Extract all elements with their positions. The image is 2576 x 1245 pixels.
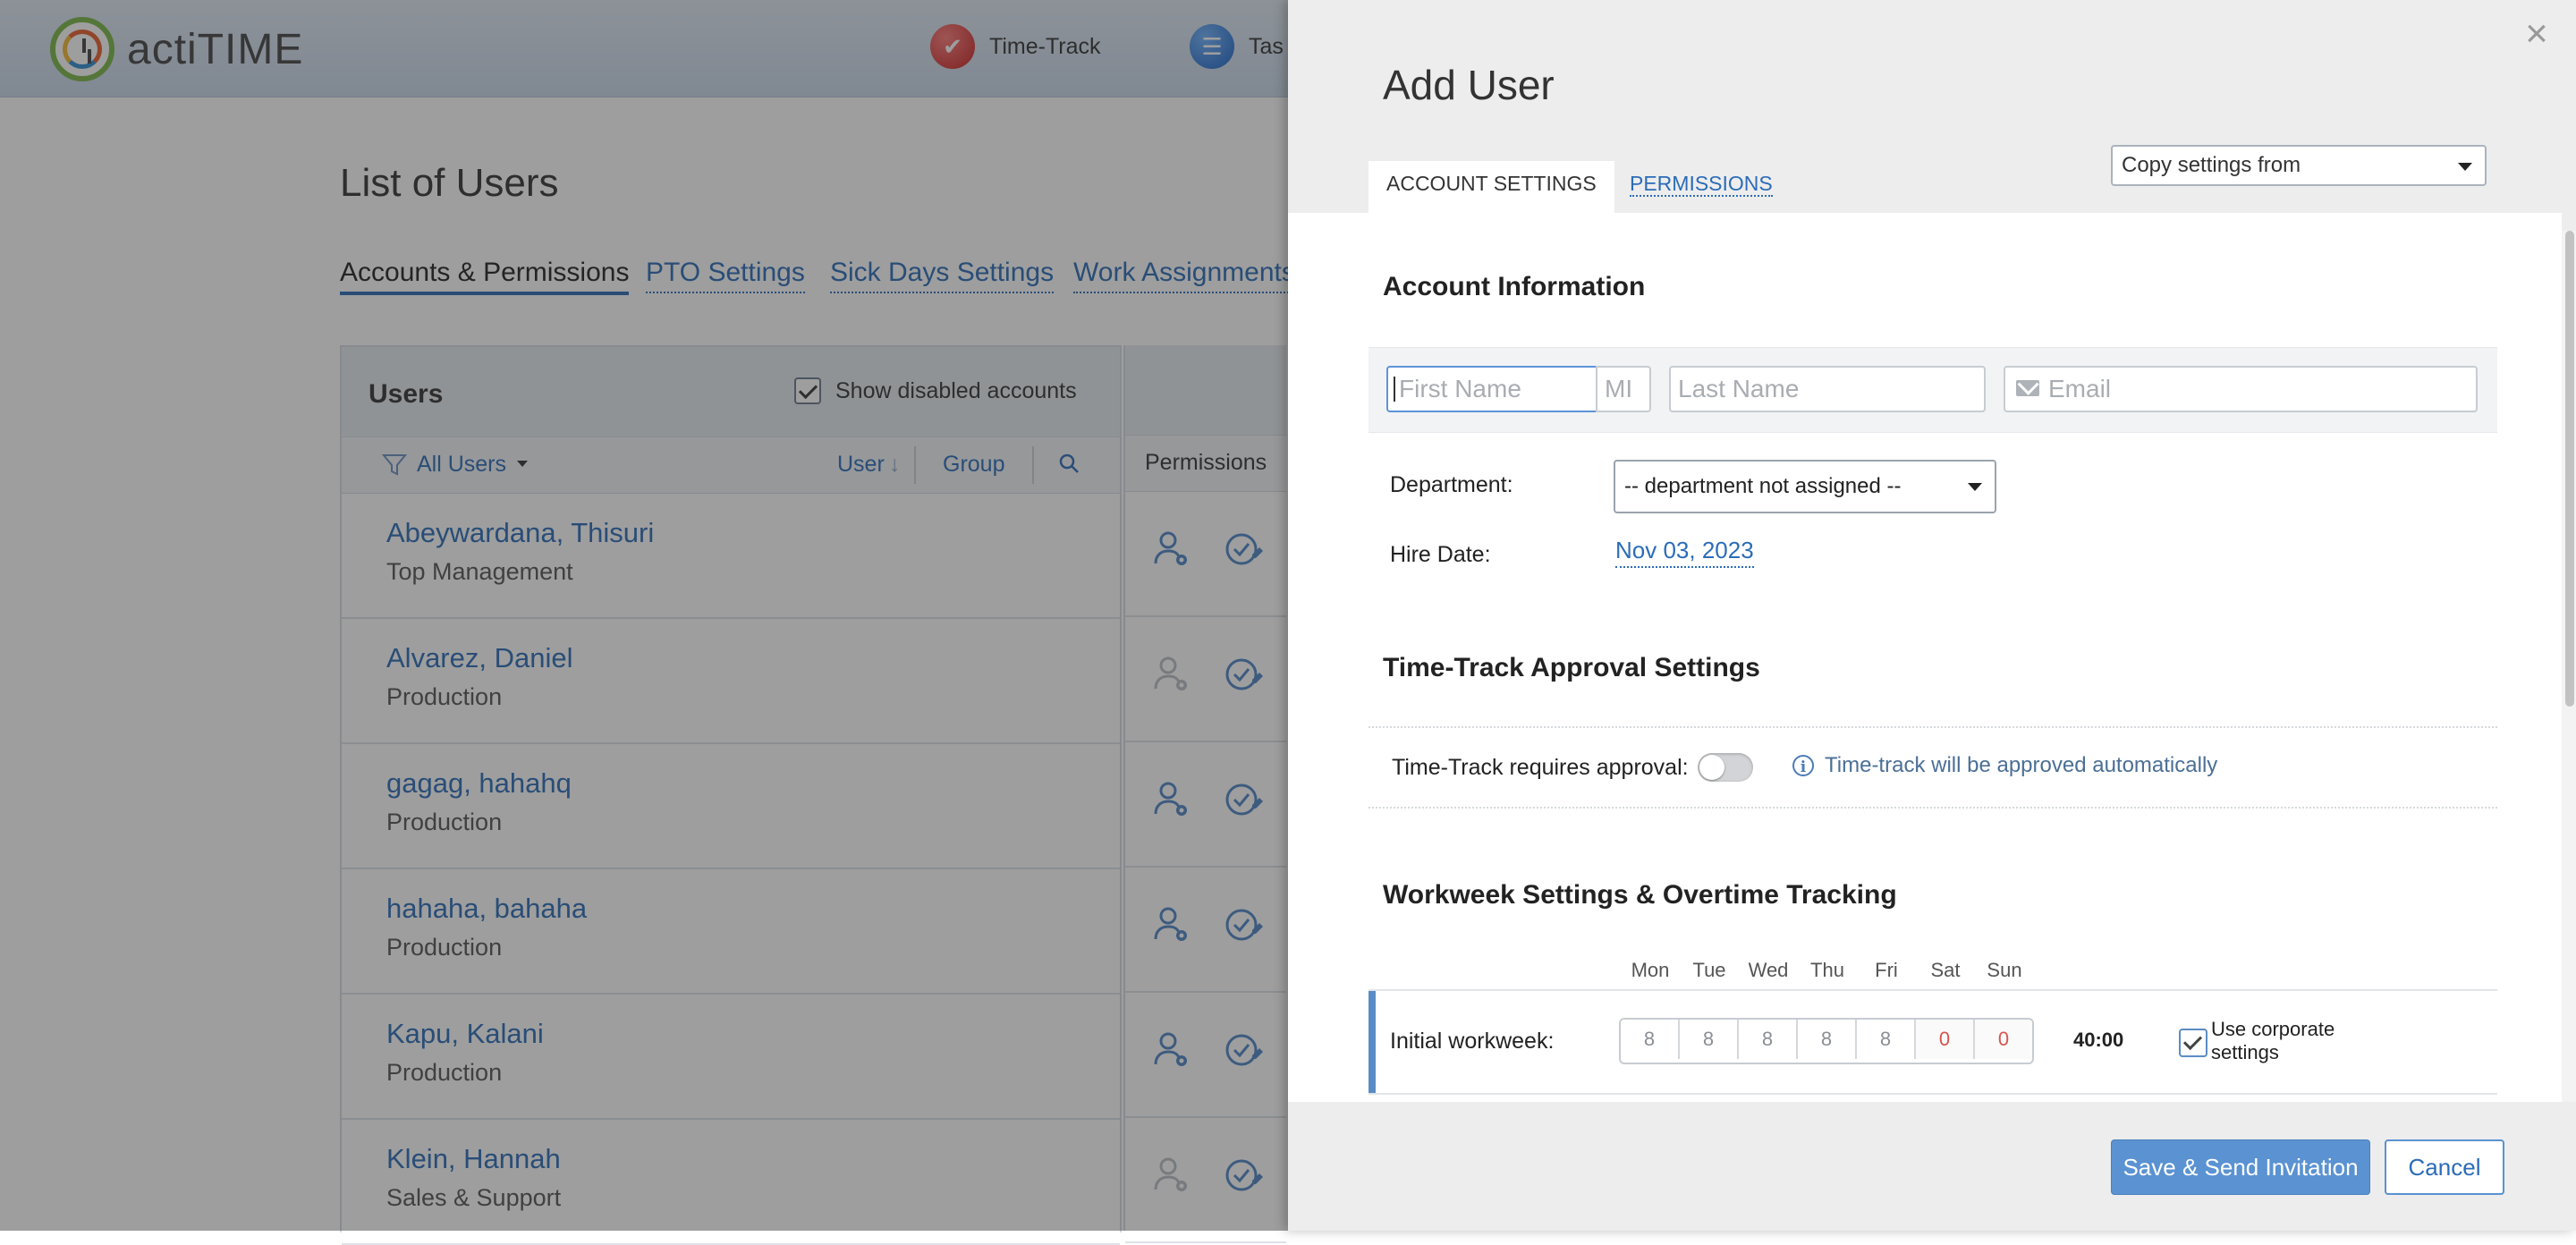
- save-send-invitation-button[interactable]: Save & Send Invitation: [2111, 1139, 2370, 1195]
- name-fields-row: First Name MI Last Name Email: [1368, 347, 2497, 433]
- day-hours-input[interactable]: 0: [1975, 1020, 2032, 1059]
- email-placeholder: Email: [2048, 375, 2112, 402]
- use-corporate-label: Use corporate settings: [2211, 1018, 2335, 1063]
- weekday-header: Tue: [1692, 959, 1726, 981]
- approval-note: i Time-track will be approved automatica…: [1792, 753, 2217, 778]
- day-hours-input[interactable]: 8: [1739, 1020, 1798, 1059]
- cancel-button[interactable]: Cancel: [2385, 1139, 2504, 1195]
- workweek-total: 40:00: [2073, 1029, 2124, 1051]
- info-icon: i: [1792, 755, 1814, 776]
- dialog-scrollbar[interactable]: [2562, 231, 2576, 1102]
- weekday-header: Fri: [1875, 959, 1898, 981]
- checkbox-checked-icon: [2179, 1029, 2207, 1057]
- weekday-header: Wed: [1748, 959, 1789, 981]
- dialog-body: Account Information First Name MI Last N…: [1288, 213, 2562, 1102]
- day-hours-input[interactable]: 8: [1798, 1020, 1857, 1059]
- weekday-header: Sat: [1930, 959, 1961, 981]
- day-hours-input[interactable]: 8: [1680, 1020, 1739, 1059]
- weekday-headers: Mon Tue Wed Thu Fri Sat Sun: [1621, 959, 2034, 982]
- copy-settings-select[interactable]: Copy settings from: [2111, 145, 2487, 186]
- day-hours-input[interactable]: 0: [1916, 1020, 1975, 1059]
- chevron-down-icon: [1968, 483, 1982, 491]
- workweek-heading: Workweek Settings & Overtime Tracking: [1383, 880, 1897, 910]
- dialog-footer: Save & Send Invitation Cancel: [1288, 1102, 2576, 1231]
- day-hours-input[interactable]: 8: [1621, 1020, 1680, 1059]
- first-name-field[interactable]: First Name: [1386, 366, 1597, 412]
- initial-workweek-label: Initial workweek:: [1390, 1029, 1555, 1054]
- middle-initial-field[interactable]: MI: [1596, 366, 1651, 412]
- approval-note-text: Time-track will be approved automaticall…: [1825, 753, 2218, 777]
- tab-permissions-label: PERMISSIONS: [1630, 172, 1773, 197]
- initial-workweek-row: Initial workweek: 8888800 40:00 Use corp…: [1368, 989, 2497, 1095]
- add-user-dialog: × Add User ACCOUNT SETTINGS PERMISSIONS …: [1288, 0, 2576, 1231]
- close-icon[interactable]: ×: [2519, 14, 2555, 54]
- hire-date-picker[interactable]: Nov 03, 2023: [1615, 537, 1754, 568]
- dialog-title: Add User: [1383, 62, 1555, 108]
- day-hours-input[interactable]: 8: [1857, 1020, 1916, 1059]
- last-name-field[interactable]: Last Name: [1669, 366, 1986, 412]
- requires-approval-label: Time-Track requires approval:: [1392, 755, 1689, 780]
- toggle-knob: [1699, 755, 1724, 780]
- chevron-down-icon: [2458, 163, 2472, 171]
- row-accent-bar: [1368, 991, 1376, 1093]
- tab-account-settings[interactable]: ACCOUNT SETTINGS: [1368, 161, 1614, 213]
- mi-placeholder: MI: [1605, 375, 1633, 402]
- hire-date-label: Hire Date:: [1390, 542, 1491, 567]
- department-select[interactable]: -- department not assigned --: [1614, 460, 1996, 513]
- divider: [1368, 726, 2497, 728]
- weekday-header: Mon: [1631, 959, 1670, 981]
- email-field[interactable]: Email: [2004, 366, 2478, 412]
- scrollbar-thumb[interactable]: [2565, 231, 2574, 707]
- account-information-heading: Account Information: [1383, 272, 1646, 301]
- divider: [1368, 807, 2497, 809]
- use-corporate-checkbox[interactable]: [2179, 1029, 2207, 1062]
- weekday-header: Thu: [1810, 959, 1844, 981]
- requires-approval-toggle[interactable]: [1698, 753, 1753, 782]
- workweek-hours-inputs: 8888800: [1619, 1018, 2034, 1064]
- modal-overlay[interactable]: [0, 0, 1288, 1231]
- department-value: -- department not assigned --: [1624, 474, 1902, 498]
- department-label: Department:: [1390, 472, 1513, 497]
- tab-permissions[interactable]: PERMISSIONS: [1612, 161, 1791, 213]
- last-name-placeholder: Last Name: [1678, 375, 1800, 402]
- approval-settings-heading: Time-Track Approval Settings: [1383, 653, 1760, 682]
- first-name-placeholder: First Name: [1399, 375, 1521, 402]
- envelope-icon: [2016, 380, 2039, 396]
- weekday-header: Sun: [1987, 959, 2022, 981]
- copy-settings-label: Copy settings from: [2122, 153, 2301, 177]
